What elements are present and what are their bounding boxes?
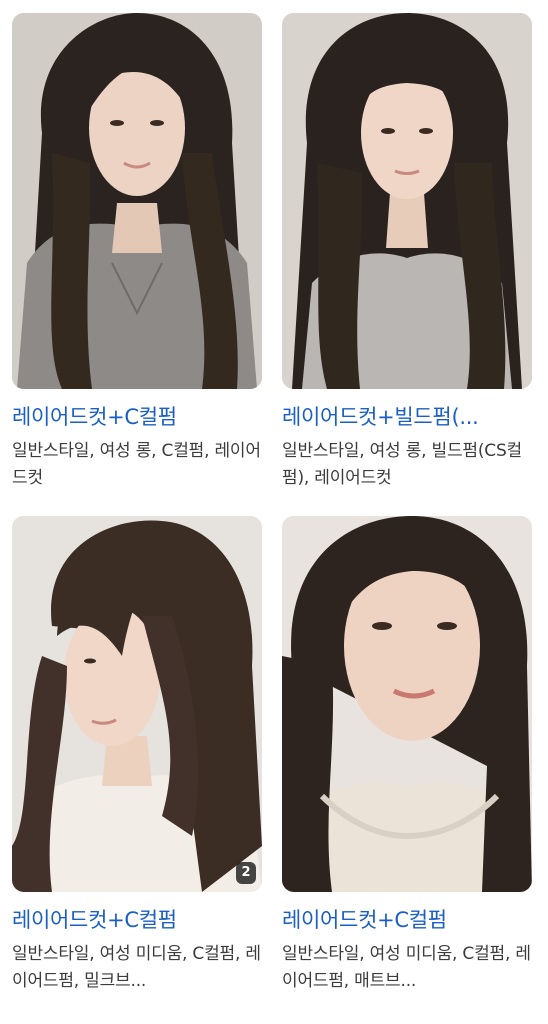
result-card[interactable]: 레이어드컷+C컬펌 일반스타일, 여성 롱, C컬펌, 레이어드컷 bbox=[12, 13, 262, 492]
result-description: 일반스타일, 여성 롱, 빌드펌(CS컬펌), 레이어드컷 bbox=[282, 441, 522, 488]
image-results-grid: 레이어드컷+C컬펌 일반스타일, 여성 롱, C컬펌, 레이어드컷 레이어드컷+… bbox=[12, 13, 532, 995]
result-description: 일반스타일, 여성 미디움, C컬펌, 레이어드펌, 매트브... bbox=[282, 944, 531, 991]
result-thumbnail[interactable] bbox=[282, 516, 532, 892]
result-title-link[interactable]: 레이어드컷+C컬펌 bbox=[12, 402, 262, 432]
result-card[interactable]: 레이어드컷+C컬펌 일반스타일, 여성 미디움, C컬펌, 레이어드펌, 매트브… bbox=[282, 516, 532, 995]
result-title-link[interactable]: 레이어드컷+빌드펌(... bbox=[282, 402, 532, 432]
result-card[interactable]: 레이어드컷+빌드펌(... 일반스타일, 여성 롱, 빌드펌(CS컬펌), 레이… bbox=[282, 13, 532, 492]
hairstyle-photo-image bbox=[12, 516, 262, 892]
result-thumbnail[interactable] bbox=[12, 13, 262, 389]
hairstyle-photo-image bbox=[282, 13, 532, 389]
result-description: 일반스타일, 여성 미디움, C컬펌, 레이어드펌, 밀크브... bbox=[12, 944, 261, 991]
result-title-link[interactable]: 레이어드컷+C컬펌 bbox=[282, 905, 532, 935]
result-title-link[interactable]: 레이어드컷+C컬펌 bbox=[12, 905, 262, 935]
result-thumbnail[interactable]: 2 bbox=[12, 516, 262, 892]
result-card[interactable]: 2 레이어드컷+C컬펌 일반스타일, 여성 미디움, C컬펌, 레이어드펌, 밀… bbox=[12, 516, 262, 995]
result-thumbnail[interactable] bbox=[282, 13, 532, 389]
hairstyle-photo-image bbox=[12, 13, 262, 389]
result-description: 일반스타일, 여성 롱, C컬펌, 레이어드컷 bbox=[12, 441, 261, 488]
hairstyle-photo-image bbox=[282, 516, 532, 892]
image-count-badge: 2 bbox=[236, 862, 256, 884]
